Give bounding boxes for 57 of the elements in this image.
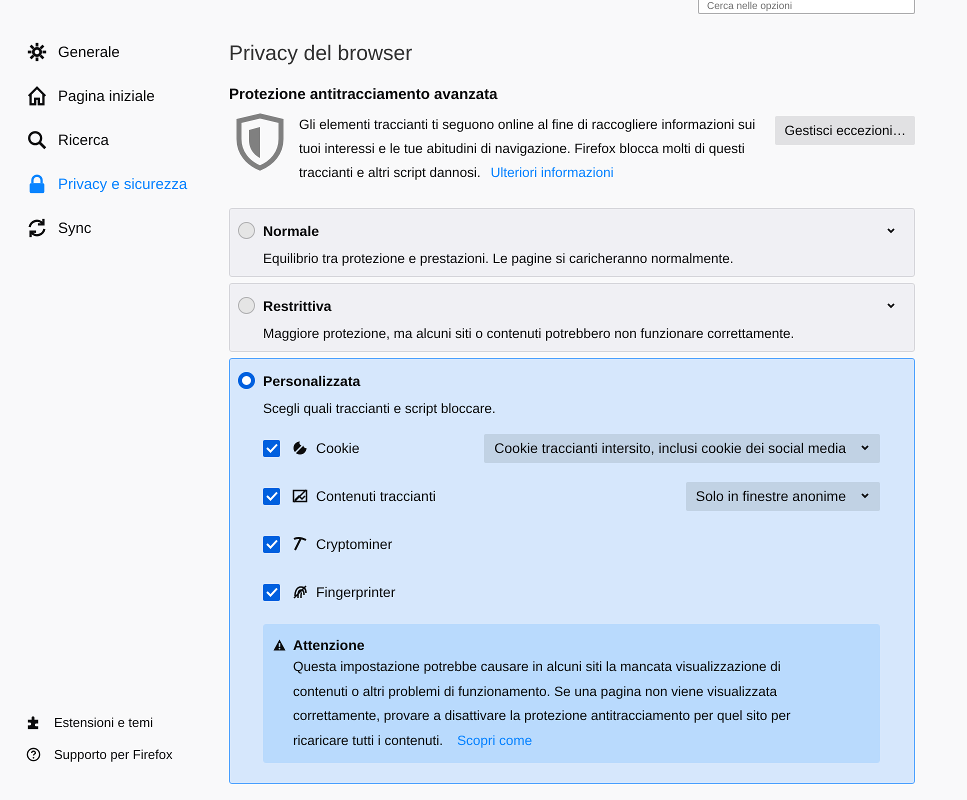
sidebar-link[interactable]: Estensioni e temi xyxy=(26,714,229,731)
mode-card[interactable] xyxy=(229,358,915,784)
sidebar-link[interactable]: Supporto per Firefox xyxy=(26,746,229,763)
search-icon xyxy=(26,129,48,151)
caret-icon xyxy=(886,226,896,234)
mode-label: Personalizzata xyxy=(263,372,362,388)
caret-icon xyxy=(886,302,896,310)
section-heading: Protezione antitracciamento avanzata xyxy=(229,86,498,103)
option-label: Cryptominer xyxy=(316,536,394,552)
checkbox[interactable] xyxy=(263,440,280,456)
sidebar-item[interactable]: Sync xyxy=(26,216,229,240)
puzzle-icon xyxy=(26,715,41,730)
sidebar-link-label: Supporto per Firefox xyxy=(54,747,173,762)
sidebar-item-label: Pagina iniziale xyxy=(58,88,155,104)
option-label: Fingerprinter xyxy=(316,584,396,600)
mode-label: Restrittiva xyxy=(263,298,332,314)
dropdown[interactable]: Solo in finestre anonime xyxy=(686,482,880,510)
help-icon xyxy=(26,747,41,762)
blocked-image-icon xyxy=(292,488,308,504)
warning-icon xyxy=(273,639,286,651)
fingerprint-icon xyxy=(292,584,308,600)
warning-title: Attenzione xyxy=(293,637,365,653)
settings-icon xyxy=(26,41,48,63)
warning-text: Questa impostazione potrebbe causare in alcuni siti la mancata visualizzazione di contenuti o altri problemi di funzionamento. Se una pagina non viene visualizzata correttamente, provare a disattivare la protezione antitracciamento per quel sito per ricaricare tutti i contenuti. Scopri come xyxy=(293,658,792,750)
sidebar-item-label: Privacy e sicurezza xyxy=(58,176,188,192)
caret-icon xyxy=(860,444,870,452)
sidebar-item-label: Generale xyxy=(58,44,120,60)
manage-exceptions-button[interactable]: Gestisci eccezioni… xyxy=(775,116,915,145)
search-field[interactable]: Cerca nelle opzioni xyxy=(698,0,915,14)
page-title: Privacy del browser xyxy=(229,42,414,66)
mode-card[interactable]: Normale Equilibrio tra protezione e prestazioni. Le pagine si caricheranno normalmente. xyxy=(229,208,915,277)
sidebar-item[interactable]: Ricerca xyxy=(26,128,229,152)
radio-button[interactable] xyxy=(238,297,255,314)
mode-description: Equilibrio tra protezione e prestazioni. Le pagine si caricheranno normalmente. xyxy=(263,251,735,266)
sidebar-item[interactable]: Generale xyxy=(26,40,229,64)
radio-button[interactable] xyxy=(238,372,255,389)
sidebar-item-label: Ricerca xyxy=(58,132,109,148)
checkbox[interactable] xyxy=(263,488,280,504)
mode-card[interactable]: Restrittiva Maggiore protezione, ma alcuni siti o contenuti potrebbero non funzionare correttamente. xyxy=(229,283,915,352)
caret-icon xyxy=(860,492,870,500)
radio-button[interactable] xyxy=(238,222,255,239)
checkbox[interactable] xyxy=(263,536,280,552)
dropdown[interactable]: Cookie traccianti intersito, inclusi cookie dei social media xyxy=(484,434,880,462)
mode-description: Maggiore protezione, ma alcuni siti o contenuti potrebbero non funzionare correttamente. xyxy=(263,326,796,341)
section-description: Gli elementi traccianti ti seguono online al fine di raccogliere informazioni sui tuoi interessi e le tue abitudini di navigazione. Firefox blocca molti di questi traccianti e altri script dannosi. Ulteriori informazioni xyxy=(299,116,756,182)
sync-icon xyxy=(26,217,48,239)
mode-label: Normale xyxy=(263,222,320,238)
checkbox[interactable] xyxy=(263,584,280,600)
sidebar-item[interactable]: Pagina iniziale xyxy=(26,84,229,108)
pickaxe-icon xyxy=(292,536,308,552)
cookie-icon xyxy=(292,440,308,456)
option-label: Cookie xyxy=(316,440,361,456)
sidebar-item-label: Sync xyxy=(58,220,92,236)
sidebar-link-label: Estensioni e temi xyxy=(54,715,153,730)
home-icon xyxy=(26,85,48,107)
option-label: Contenuti traccianti xyxy=(316,488,437,504)
mode-description: Scegli quali traccianti e script bloccare. xyxy=(263,401,497,416)
